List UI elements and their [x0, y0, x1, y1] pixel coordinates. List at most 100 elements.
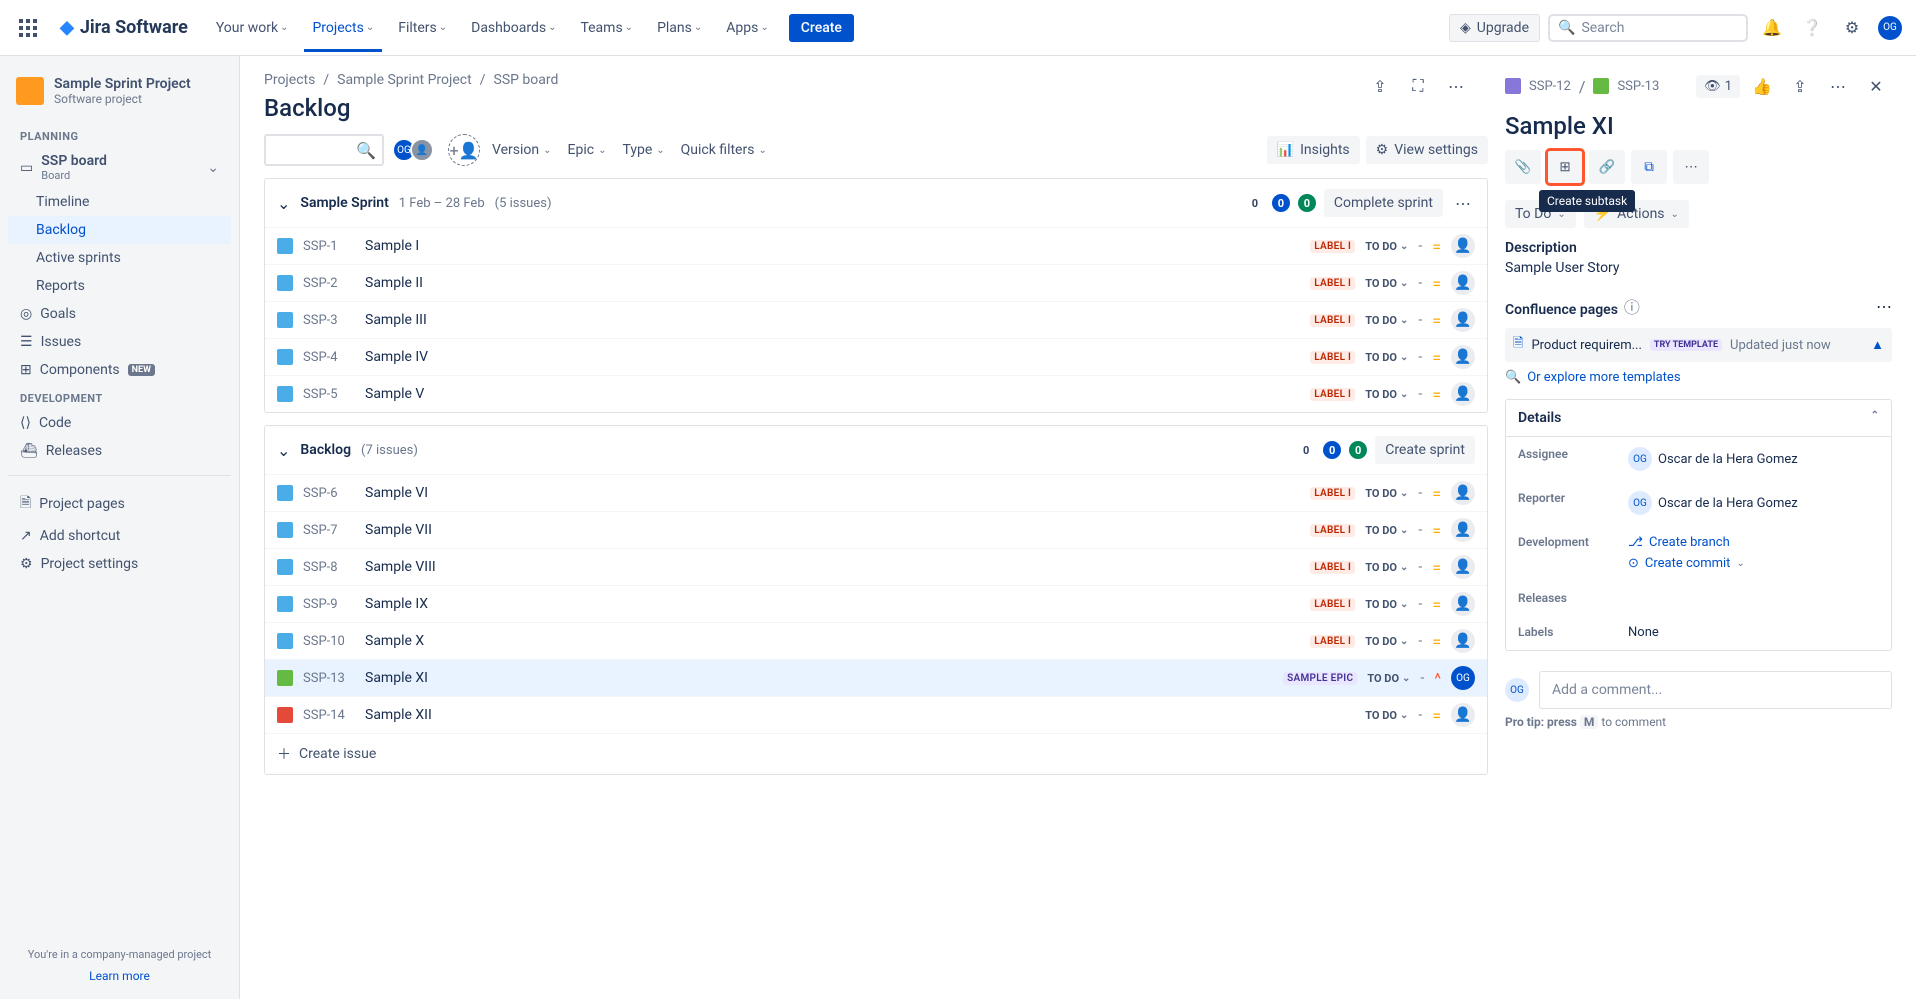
nav-item-projects[interactable]: Projects⌄ [308, 4, 378, 52]
assignee-value-wrap[interactable]: OGOscar de la Hera Gomez [1628, 447, 1879, 471]
create-issue-button[interactable]: ＋Create issue [265, 733, 1487, 774]
issue-row[interactable]: SSP-4 Sample IV LABEL I TO DO⌄ - = 👤 [265, 338, 1487, 375]
issue-row[interactable]: SSP-1 Sample I LABEL I TO DO⌄ - = 👤 [265, 227, 1487, 264]
assignee-avatar[interactable]: 👤 [1451, 481, 1475, 505]
sidebar-item-reports[interactable]: Reports [8, 272, 231, 300]
nav-item-plans[interactable]: Plans⌄ [653, 4, 706, 52]
issue-row[interactable]: SSP-10 Sample X LABEL I TO DO⌄ - = 👤 [265, 622, 1487, 659]
assignee-avatar[interactable]: 👤 [1451, 555, 1475, 579]
insights-button[interactable]: 📊Insights [1267, 136, 1360, 164]
create-branch-link[interactable]: ⎇Create branch [1628, 535, 1730, 550]
page-more-icon[interactable]: ⋯ [1440, 70, 1472, 102]
global-search[interactable]: 🔍 Search [1548, 14, 1748, 42]
issue-row[interactable]: SSP-14 Sample XII TO DO⌄ - = 👤 [265, 696, 1487, 733]
assignee-avatar[interactable]: 👤 [1451, 629, 1475, 653]
add-people-button[interactable]: +👤 [448, 134, 480, 166]
sprint-more-icon[interactable]: ⋯ [1451, 190, 1475, 217]
issue-title[interactable]: Sample XI [1505, 106, 1892, 150]
backlog-search[interactable]: 🔍 [264, 134, 384, 166]
issue-row[interactable]: SSP-5 Sample V LABEL I TO DO⌄ - = 👤 [265, 375, 1487, 412]
assignee-avatar[interactable]: 👤 [1451, 592, 1475, 616]
issue-row[interactable]: SSP-2 Sample II LABEL I TO DO⌄ - = 👤 [265, 264, 1487, 301]
sidebar-item-add-shortcut[interactable]: ↗Add shortcut [8, 522, 231, 550]
nav-item-apps[interactable]: Apps⌄ [722, 4, 772, 52]
assignee-avatar[interactable]: 👤 [1451, 234, 1475, 258]
board-group[interactable]: ▭ SSP board Board ⌄ [8, 147, 231, 188]
issue-row[interactable]: SSP-7 Sample VII LABEL I TO DO⌄ - = 👤 [265, 511, 1487, 548]
issue-status-dropdown[interactable]: TO DO⌄ [1365, 561, 1408, 574]
filter-type[interactable]: Type⌄ [618, 136, 668, 164]
comment-input[interactable]: Add a comment... [1539, 671, 1892, 709]
sidebar-item-project-settings[interactable]: ⚙Project settings [8, 550, 231, 578]
profile-avatar[interactable]: OG [1876, 14, 1904, 42]
issue-status-dropdown[interactable]: TO DO⌄ [1365, 314, 1408, 327]
assignee-avatar[interactable]: 👤 [1451, 382, 1475, 406]
fullscreen-icon[interactable]: ⛶ [1402, 70, 1434, 102]
issue-row[interactable]: SSP-3 Sample III LABEL I TO DO⌄ - = 👤 [265, 301, 1487, 338]
nav-item-your-work[interactable]: Your work⌄ [212, 4, 293, 52]
confluence-more-icon[interactable]: ⋯ [1876, 297, 1892, 316]
sidebar-item-code[interactable]: ⟨⟩Code [8, 409, 231, 437]
issue-row[interactable]: SSP-8 Sample VIII LABEL I TO DO⌄ - = 👤 [265, 548, 1487, 585]
chevron-down-icon[interactable]: ⌄ [277, 194, 290, 213]
assignee-avatar[interactable]: 👤 [1451, 308, 1475, 332]
filter-version[interactable]: Version⌄ [488, 136, 556, 164]
issue-row[interactable]: SSP-6 Sample VI LABEL I TO DO⌄ - = 👤 [265, 474, 1487, 511]
breadcrumb-projects[interactable]: Projects [264, 72, 315, 88]
jira-logo[interactable]: ◆ Jira Software [60, 17, 188, 38]
settings-icon[interactable]: ⚙ [1836, 12, 1868, 44]
help-icon[interactable]: ❔ [1796, 12, 1828, 44]
upgrade-button[interactable]: ◈ Upgrade [1449, 14, 1540, 42]
filter-epic[interactable]: Epic⌄ [564, 136, 611, 164]
issue-more-icon[interactable]: ⋯ [1822, 70, 1854, 102]
assignee-avatar[interactable]: OG [1451, 666, 1475, 690]
details-card-header[interactable]: Details ⌃ [1506, 400, 1891, 437]
parent-issue-key[interactable]: SSP-12 [1529, 79, 1571, 94]
issue-key[interactable]: SSP-13 [1617, 79, 1659, 94]
sidebar-item-components[interactable]: ⊞ComponentsNEW [8, 356, 231, 384]
issue-status-dropdown[interactable]: TO DO⌄ [1367, 672, 1410, 685]
nav-item-filters[interactable]: Filters⌄ [394, 4, 451, 52]
more-actions-button[interactable]: ⋯ [1673, 150, 1709, 184]
issue-row[interactable]: SSP-13 Sample XI SAMPLE EPIC TO DO⌄ - ^ … [265, 659, 1487, 696]
description-text[interactable]: Sample User Story [1505, 260, 1892, 276]
sidebar-item-backlog[interactable]: Backlog [8, 216, 231, 244]
sidebar-item-project-pages[interactable]: 🗎Project pages [8, 486, 231, 522]
create-button[interactable]: Create [789, 14, 854, 42]
watchers-button[interactable]: 👁1 [1696, 75, 1740, 98]
assignee-avatar[interactable]: 👤 [1451, 271, 1475, 295]
avatar-stack[interactable]: OG 👤 [392, 138, 434, 162]
confluence-link-button[interactable]: ⧉ [1631, 150, 1667, 184]
sidebar-item-releases[interactable]: ⛴Releases [8, 437, 231, 465]
view-settings-button[interactable]: ⚙View settings [1366, 136, 1488, 164]
assignee-avatar[interactable]: 👤 [1451, 345, 1475, 369]
complete-sprint-button[interactable]: Complete sprint [1324, 189, 1443, 217]
info-icon[interactable]: ⓘ [1624, 294, 1640, 318]
confluence-template-row[interactable]: 🗎 Product requirem... TRY TEMPLATE Updat… [1505, 328, 1892, 362]
sidebar-item-active-sprints[interactable]: Active sprints [8, 244, 231, 272]
issue-row[interactable]: SSP-9 Sample IX LABEL I TO DO⌄ - = 👤 [265, 585, 1487, 622]
explore-templates-link[interactable]: 🔍 Or explore more templates [1505, 370, 1892, 385]
app-switcher-icon[interactable] [12, 12, 44, 44]
issue-status-dropdown[interactable]: TO DO⌄ [1365, 598, 1408, 611]
create-subtask-button[interactable]: ⊞ [1547, 150, 1583, 184]
sidebar-item-goals[interactable]: ◎Goals [8, 300, 231, 328]
chevron-down-icon[interactable]: ⌄ [277, 441, 290, 460]
reporter-value-wrap[interactable]: OGOscar de la Hera Gomez [1628, 491, 1879, 515]
issue-status-dropdown[interactable]: TO DO⌄ [1365, 351, 1408, 364]
issue-status-dropdown[interactable]: TO DO⌄ [1365, 277, 1408, 290]
filter-quick[interactable]: Quick filters⌄ [677, 136, 771, 164]
create-sprint-button[interactable]: Create sprint [1375, 436, 1475, 464]
like-icon[interactable]: 👍 [1746, 70, 1778, 102]
assignee-avatar[interactable]: 👤 [1451, 703, 1475, 727]
issue-status-dropdown[interactable]: TO DO⌄ [1365, 388, 1408, 401]
issue-status-dropdown[interactable]: TO DO⌄ [1365, 524, 1408, 537]
share-issue-icon[interactable]: ⇪ [1784, 70, 1816, 102]
project-header[interactable]: Sample Sprint Project Software project [8, 72, 231, 122]
share-icon[interactable]: ⇪ [1364, 70, 1396, 102]
create-commit-link[interactable]: ⊙Create commit⌄ [1628, 556, 1745, 571]
assignee-avatar[interactable]: 👤 [1451, 518, 1475, 542]
breadcrumb-project[interactable]: Sample Sprint Project [337, 72, 472, 88]
issue-status-dropdown[interactable]: TO DO⌄ [1365, 487, 1408, 500]
issue-status-dropdown[interactable]: TO DO⌄ [1365, 635, 1408, 648]
